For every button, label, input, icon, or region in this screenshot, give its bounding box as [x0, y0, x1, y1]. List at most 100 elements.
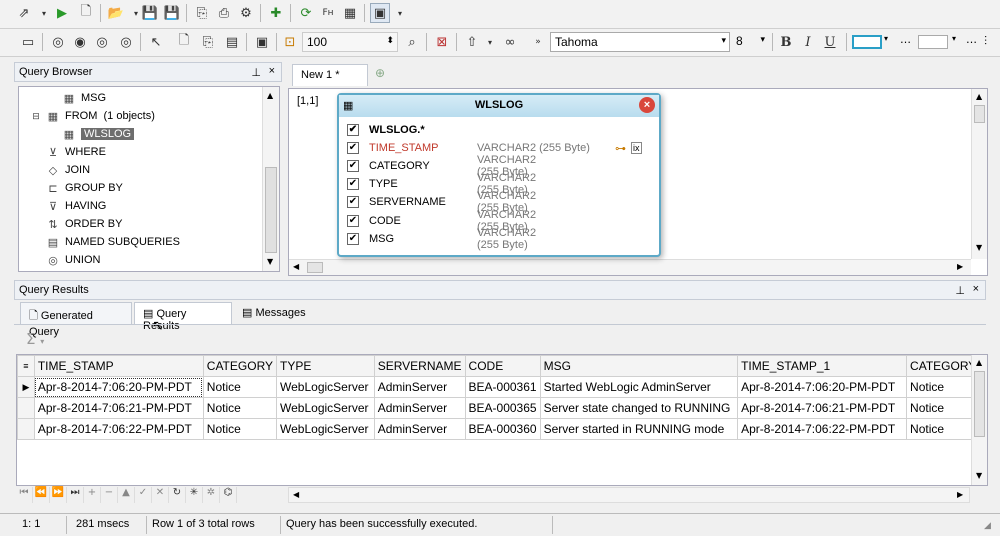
- grid-cell[interactable]: Server started in RUNNING mode: [539, 418, 739, 440]
- tree-item-union[interactable]: ◎ UNION: [45, 251, 100, 269]
- italic-icon[interactable]: I: [798, 32, 818, 52]
- prev-page-icon[interactable]: ⏪: [33, 487, 50, 503]
- grid-cell[interactable]: Notice: [202, 418, 278, 440]
- tab-messages[interactable]: ▤ Messages: [234, 302, 314, 324]
- edit-record-icon[interactable]: ▲: [118, 487, 135, 503]
- header-servername[interactable]: SERVERNAME: [373, 355, 466, 377]
- scroll-thumb[interactable]: [974, 371, 985, 437]
- header-msg[interactable]: MSG: [539, 355, 739, 377]
- grid-cell[interactable]: Started WebLogic AdminServer: [539, 376, 739, 398]
- more-icon[interactable]: …: [966, 33, 977, 46]
- cancel-record-icon[interactable]: ✕: [152, 487, 169, 503]
- grid-cell[interactable]: Apr-8-2014-7:06:21-PM-PDT: [737, 397, 908, 419]
- column-type[interactable]: ✔ TYPE VARCHAR2 (255 Byte): [347, 172, 536, 196]
- connect-icon[interactable]: ⇗: [14, 3, 34, 23]
- checkbox-icon[interactable]: ✔: [347, 215, 359, 227]
- grid-cell[interactable]: Notice: [202, 397, 278, 419]
- bold-icon[interactable]: B: [776, 32, 796, 52]
- add-table-icon[interactable]: ✚: [266, 3, 286, 23]
- fill-color-icon[interactable]: [918, 35, 948, 49]
- sum-dropdown-icon[interactable]: ▾: [40, 337, 44, 346]
- dropdown-arrow-icon[interactable]: ▾: [34, 3, 54, 23]
- font-name-select[interactable]: Tahoma ▾: [550, 32, 730, 52]
- scroll-up-icon[interactable]: ▲: [976, 92, 982, 101]
- tree-item-group-by[interactable]: ⊏ GROUP BY: [45, 179, 122, 197]
- pin-icon[interactable]: ⊥: [955, 284, 965, 297]
- header-time-stamp[interactable]: TIME_STAMP: [33, 355, 204, 377]
- grid-cell[interactable]: WebLogicServer: [276, 376, 375, 398]
- pin-icon[interactable]: ⊥: [251, 66, 261, 79]
- header-category[interactable]: CATEGORY: [202, 355, 278, 377]
- grid-icon[interactable]: ▤: [222, 32, 242, 52]
- close-icon[interactable]: ×: [269, 65, 275, 77]
- grid-cell[interactable]: AdminServer: [373, 376, 466, 398]
- collapse-icon[interactable]: ⊟: [31, 111, 41, 122]
- grid-cell[interactable]: Apr-8-2014-7:06:20-PM-PDT: [737, 376, 908, 398]
- underline-icon[interactable]: U: [820, 32, 840, 52]
- fill-color-dropdown-icon[interactable]: ▾: [952, 34, 956, 43]
- inner-join-icon[interactable]: ◎: [48, 32, 68, 52]
- scroll-right-icon[interactable]: ▶: [957, 490, 963, 499]
- first-record-icon[interactable]: ⏮: [16, 487, 33, 503]
- more-icon[interactable]: …: [900, 33, 911, 46]
- grid-vscroll[interactable]: ▲ ▼: [971, 355, 987, 485]
- panel-icon[interactable]: ▭: [18, 32, 38, 52]
- checkbox-icon[interactable]: ✔: [347, 124, 359, 136]
- toolbar-overflow-icon[interactable]: ⫶: [984, 34, 987, 49]
- left-join-icon[interactable]: ◉: [70, 32, 90, 52]
- view-icon[interactable]: ▣: [370, 3, 390, 23]
- table-row[interactable]: Apr-8-2014-7:06:21-PM-PDT Notice WebLogi…: [17, 397, 987, 419]
- zoom-input[interactable]: 100 ⬍: [302, 32, 398, 52]
- scroll-thumb[interactable]: [974, 105, 985, 123]
- save-as-icon[interactable]: 💾: [162, 3, 182, 23]
- checkbox-icon[interactable]: ✔: [347, 178, 359, 190]
- font-size-select[interactable]: 8 ▾: [732, 32, 768, 52]
- view-dropdown-icon[interactable]: ▾: [390, 3, 410, 23]
- column-category[interactable]: ✔ CATEGORY VARCHAR2 (255 Byte): [347, 154, 536, 178]
- scroll-down-icon[interactable]: ▼: [976, 243, 982, 252]
- new-file-icon[interactable]: 🗋: [76, 3, 96, 23]
- scroll-left-icon[interactable]: ◀: [293, 490, 299, 499]
- grid-hscroll[interactable]: ◀ ▶: [288, 487, 970, 503]
- print-icon[interactable]: ⎙: [214, 3, 234, 23]
- grid-cell[interactable]: Apr-8-2014-7:06:20-PM-PDT: [33, 376, 204, 398]
- close-icon[interactable]: ×: [639, 97, 655, 113]
- checkbox-icon[interactable]: ✔: [347, 142, 359, 154]
- add-tab-icon[interactable]: ⊕: [370, 66, 390, 86]
- border-color-icon[interactable]: [852, 35, 882, 49]
- arrow-dropdown-icon[interactable]: ▾: [480, 32, 500, 52]
- tree-scrollbar[interactable]: ▲ ▼: [262, 87, 279, 271]
- link-icon[interactable]: ∞: [500, 32, 520, 52]
- tree-item-having[interactable]: ⊽ HAVING: [45, 197, 106, 215]
- open-folder-icon[interactable]: 📂: [106, 3, 126, 23]
- grid-cell[interactable]: Apr-8-2014-7:06:22-PM-PDT: [33, 418, 204, 440]
- post-record-icon[interactable]: ✓: [135, 487, 152, 503]
- editor-vscroll[interactable]: ▲ ▼: [971, 89, 987, 259]
- grid-cell[interactable]: AdminServer: [373, 397, 466, 419]
- border-color-dropdown-icon[interactable]: ▾: [884, 34, 888, 43]
- table-row[interactable]: Apr-8-2014-7:06:22-PM-PDT Notice WebLogi…: [17, 418, 987, 440]
- copy-object-icon[interactable]: ⎘: [198, 32, 218, 52]
- column-msg[interactable]: ✔ MSG VARCHAR2 (255 Byte): [347, 227, 536, 251]
- tree-item-join[interactable]: ◇ JOIN: [45, 161, 90, 179]
- checkbox-icon[interactable]: ✔: [347, 196, 359, 208]
- tree-item-from[interactable]: ⊟ ▦ FROM (1 objects): [31, 107, 155, 125]
- table-window-wlslog[interactable]: ▦ WLSLOG × ✔ WLSLOG.* ✔ TIME_STAMP VARCHAR2…: [337, 93, 661, 257]
- next-record-icon[interactable]: ⏩: [50, 487, 67, 503]
- scroll-down-icon[interactable]: ▼: [267, 257, 273, 266]
- scroll-up-icon[interactable]: ▲: [976, 358, 982, 367]
- grid-cell[interactable]: WebLogicServer: [276, 418, 375, 440]
- column-servername[interactable]: ✔ SERVERNAME VARCHAR2 (255 Byte): [347, 190, 536, 214]
- close-icon[interactable]: ×: [973, 283, 979, 295]
- checkbox-icon[interactable]: ✔: [347, 233, 359, 245]
- column-code[interactable]: ✔ CODE VARCHAR2 (255 Byte): [347, 209, 536, 233]
- scroll-thumb[interactable]: [307, 262, 323, 273]
- copy-icon[interactable]: ⎘: [192, 3, 212, 23]
- scroll-down-icon[interactable]: ▼: [976, 471, 982, 480]
- table-row[interactable]: ▶ Apr-8-2014-7:06:20-PM-PDT Notice WebLo…: [17, 376, 987, 398]
- grid-menu-icon[interactable]: ≡: [17, 355, 35, 377]
- grid-cell[interactable]: BEA-000361: [464, 376, 541, 398]
- refresh-icon[interactable]: ↻: [169, 487, 186, 503]
- execute-icon[interactable]: ▶: [52, 3, 72, 23]
- star-icon[interactable]: ✲: [203, 487, 220, 503]
